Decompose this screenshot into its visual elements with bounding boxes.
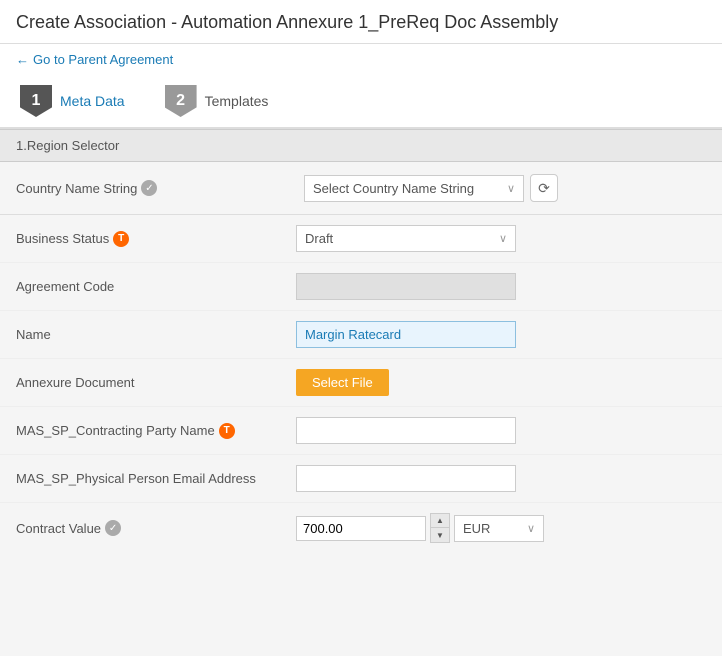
agreement-code-row: Agreement Code xyxy=(0,262,722,310)
tabs-row: 1 Meta Data 2 Templates xyxy=(0,75,722,129)
name-value xyxy=(296,321,706,348)
country-name-label: Country Name String ✓ xyxy=(16,180,296,196)
form-fields: Business Status T Draft ∨ Agreement Code xyxy=(0,215,722,553)
region-selector-section: Country Name String ✓ Select Country Nam… xyxy=(0,162,722,215)
business-status-row: Business Status T Draft ∨ xyxy=(0,215,722,262)
contract-value-check-icon[interactable]: ✓ xyxy=(105,520,121,536)
country-select-chevron: ∨ xyxy=(507,182,515,195)
tab2-number: 2 xyxy=(165,85,197,117)
annexure-document-value: Select File xyxy=(296,369,706,396)
country-name-value: Select Country Name String ∨ ⟳ xyxy=(304,174,706,202)
country-name-select[interactable]: Select Country Name String ∨ xyxy=(304,175,524,202)
country-check-icon[interactable]: ✓ xyxy=(141,180,157,196)
name-input[interactable] xyxy=(296,321,516,348)
email-address-value xyxy=(296,465,706,492)
tab2-label: Templates xyxy=(205,93,269,109)
currency-chevron: ∨ xyxy=(527,522,535,535)
contract-value-label: Contract Value ✓ xyxy=(16,520,296,536)
country-name-row: Country Name String ✓ Select Country Nam… xyxy=(16,174,706,202)
contracting-party-label: MAS_SP_Contracting Party Name T xyxy=(16,423,296,439)
contract-value-row: Contract Value ✓ ▲ ▼ EUR ∨ xyxy=(0,502,722,553)
tab-templates[interactable]: 2 Templates xyxy=(145,75,289,127)
back-link-row: ← Go to Parent Agreement xyxy=(0,44,722,75)
contract-value-inputs: ▲ ▼ EUR ∨ xyxy=(296,513,544,543)
contract-value-value: ▲ ▼ EUR ∨ xyxy=(296,513,706,543)
spinner-down-button[interactable]: ▼ xyxy=(431,528,449,542)
select-file-button[interactable]: Select File xyxy=(296,369,389,396)
business-status-chevron: ∨ xyxy=(499,232,507,245)
country-select-placeholder: Select Country Name String xyxy=(313,181,474,196)
spinner-up-button[interactable]: ▲ xyxy=(431,514,449,528)
contract-value-spinner: ▲ ▼ xyxy=(430,513,450,543)
contracting-party-input[interactable] xyxy=(296,417,516,444)
annexure-document-label: Annexure Document xyxy=(16,375,296,390)
name-label: Name xyxy=(16,327,296,342)
annexure-document-row: Annexure Document Select File xyxy=(0,358,722,406)
currency-select[interactable]: EUR ∨ xyxy=(454,515,544,542)
business-status-select[interactable]: Draft ∨ xyxy=(296,225,516,252)
contracting-party-value xyxy=(296,417,706,444)
currency-selected: EUR xyxy=(463,521,490,536)
page-title: Create Association - Automation Annexure… xyxy=(0,0,722,44)
tab1-label: Meta Data xyxy=(60,93,125,109)
business-status-value: Draft ∨ xyxy=(296,225,706,252)
region-selector-header: 1.Region Selector xyxy=(0,129,722,162)
agreement-code-input[interactable] xyxy=(296,273,516,300)
agreement-code-value xyxy=(296,273,706,300)
tab-metadata[interactable]: 1 Meta Data xyxy=(0,75,145,127)
contracting-party-info-icon[interactable]: T xyxy=(219,423,235,439)
tab1-number: 1 xyxy=(20,85,52,117)
email-address-row: MAS_SP_Physical Person Email Address xyxy=(0,454,722,502)
email-address-label: MAS_SP_Physical Person Email Address xyxy=(16,471,296,486)
parent-agreement-link[interactable]: Go to Parent Agreement xyxy=(33,52,173,67)
business-status-selected: Draft xyxy=(305,231,333,246)
email-address-input[interactable] xyxy=(296,465,516,492)
name-row: Name xyxy=(0,310,722,358)
back-arrow-icon: ← xyxy=(16,52,29,67)
business-status-info-icon[interactable]: T xyxy=(113,231,129,247)
agreement-code-label: Agreement Code xyxy=(16,279,296,294)
business-status-label: Business Status T xyxy=(16,231,296,247)
country-link-icon[interactable]: ⟳ xyxy=(530,174,558,202)
contracting-party-row: MAS_SP_Contracting Party Name T xyxy=(0,406,722,454)
contract-value-input[interactable] xyxy=(296,516,426,541)
main-content: 1.Region Selector Country Name String ✓ … xyxy=(0,129,722,553)
